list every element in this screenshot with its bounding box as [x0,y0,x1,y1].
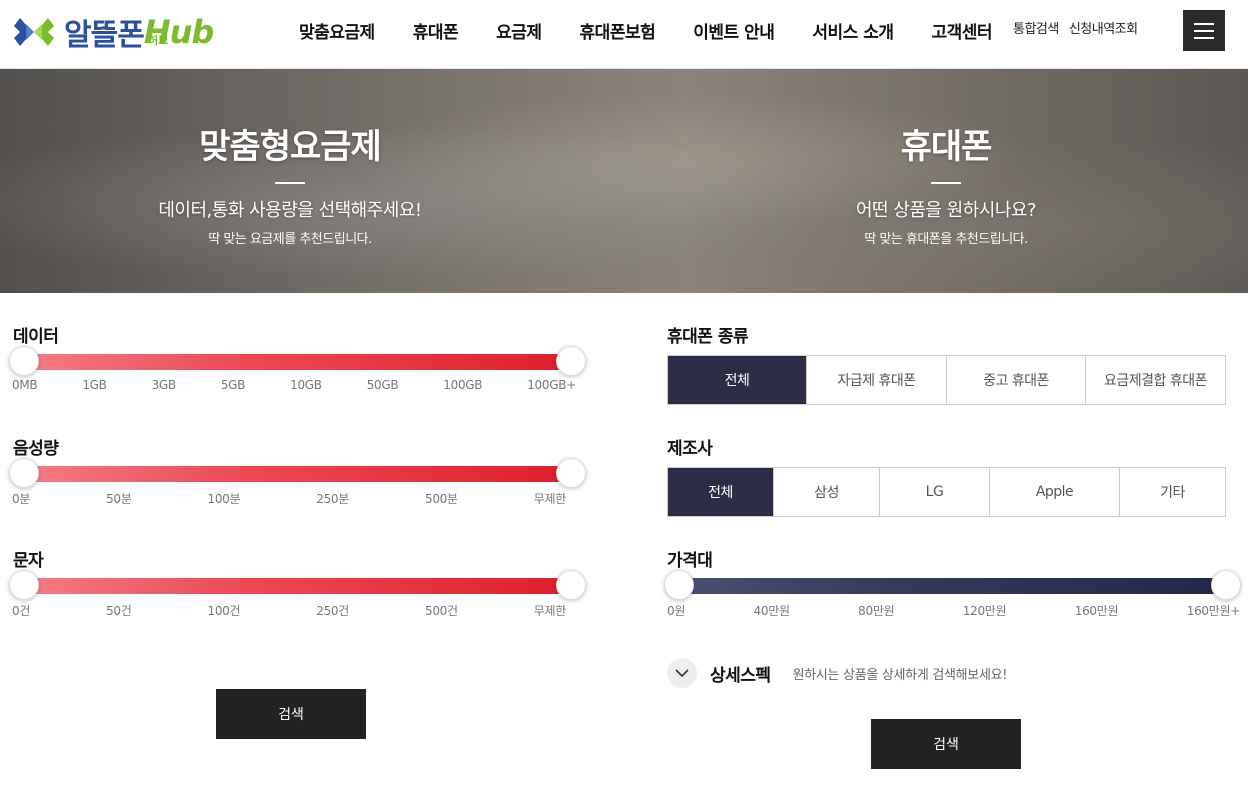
price-slider-ticks: 0원 40만원 80만원 120만원 160만원 160만원+ [667,602,1240,619]
nav-item-phone[interactable]: 휴대폰 [413,18,459,43]
site-header: 알뜰폰 Hub 허브 맞춤요금제 휴대폰 요금제 휴대폰보험 이벤트 안내 서비… [0,0,1248,69]
site-logo[interactable]: 알뜰폰 Hub [12,8,214,56]
maker-option-samsung[interactable]: 삼성 [774,468,880,516]
hamburger-icon-line [1194,29,1214,32]
phone-type-option-all[interactable]: 전체 [668,356,807,404]
hero-caption: 딱 맞는 요금제를 추천드립니다. [208,232,372,247]
sms-slider-ticks: 0건 50건 100건 250건 500건 무제한 [12,602,566,619]
tick-label: 무제한 [533,492,567,506]
voice-slider-min-handle[interactable] [9,458,39,488]
sms-label: 문자 [13,551,44,571]
tick-label: 500건 [425,604,458,618]
main-nav: 맞춤요금제 휴대폰 요금제 휴대폰보험 이벤트 안내 서비스 소개 고객센터 [280,0,1011,60]
tick-label: 40만원 [753,604,790,618]
data-slider-track[interactable] [22,354,574,370]
phone-type-option-unlocked[interactable]: 자급제 휴대폰 [807,356,947,404]
price-slider-min-handle[interactable] [664,570,694,600]
phone-type-label: 휴대폰 종류 [667,327,749,347]
nav-item-event[interactable]: 이벤트 안내 [693,18,775,43]
hero-divider [931,182,961,184]
sms-slider-min-handle[interactable] [9,570,39,600]
tick-label: 100GB+ [527,378,576,392]
phone-search-button[interactable]: 검색 [871,719,1021,769]
detail-spec-toggle: 상세스펙 원하시는 상품을 상세하게 검색해보세요! [667,658,1008,688]
tick-label: 무제한 [533,604,567,618]
maker-selector: 전체 삼성 LG Apple 기타 [667,467,1226,517]
chevron-down-icon [675,668,689,677]
detail-spec-desc: 원하시는 상품을 상세하게 검색해보세요! [792,667,1008,683]
voice-slider-track[interactable] [22,466,574,482]
price-slider-max-handle[interactable] [1211,570,1241,600]
nav-item-service[interactable]: 서비스 소개 [812,18,894,43]
hero-banner: 맞춤형요금제 데이터,통화 사용량을 선택해주세요! 딱 맞는 요금제를 추천드… [0,69,1248,293]
utility-links: 통합검색 신청내역조회 [1013,18,1138,37]
nav-item-custom-plan[interactable]: 맞춤요금제 [299,18,375,43]
tick-label: 100GB [443,378,483,392]
hamburger-menu-button[interactable] [1183,10,1225,51]
hero-divider [275,182,305,184]
tick-label: 250분 [316,492,349,506]
voice-label: 음성량 [13,439,59,459]
price-slider-track[interactable] [678,578,1228,594]
logo-text: 알뜰폰 [64,18,145,53]
hero-subtitle: 데이터,통화 사용량을 선택해주세요! [158,200,422,221]
data-label: 데이터 [13,327,59,347]
data-slider-max-handle[interactable] [556,346,586,376]
voice-slider-max-handle[interactable] [556,458,586,488]
tick-label: 10GB [290,378,322,392]
tick-label: 50GB [366,378,399,392]
tick-label: 0분 [12,492,31,506]
detail-spec-title[interactable]: 상세스펙 [710,661,771,686]
hamburger-icon [1194,22,1214,25]
sms-slider-max-handle[interactable] [556,570,586,600]
phone-type-selector: 전체 자급제 휴대폰 중고 휴대폰 요금제결합 휴대폰 [667,355,1226,405]
application-lookup-link[interactable]: 신청내역조회 [1069,18,1138,37]
voice-slider-ticks: 0분 50분 100분 250분 500분 무제한 [12,490,566,507]
data-slider-ticks: 0MB 1GB 3GB 5GB 10GB 50GB 100GB 100GB+ [12,378,576,392]
tick-label: 120만원 [962,604,1007,618]
sms-slider-track[interactable] [22,578,574,594]
tick-label: 80만원 [858,604,895,618]
tick-label: 0건 [12,604,31,618]
maker-option-lg[interactable]: LG [880,468,990,516]
tick-label: 5GB [220,378,246,392]
tick-label: 100건 [207,604,241,618]
tick-label: 160만원+ [1186,604,1241,618]
logo-icon [14,18,54,46]
hero-title: 맞춤형요금제 [199,127,382,167]
plan-search-button[interactable]: 검색 [216,689,366,739]
phone-type-option-used[interactable]: 중고 휴대폰 [947,356,1086,404]
nav-item-insurance[interactable]: 휴대폰보험 [580,18,656,43]
tick-label: 0원 [667,604,686,618]
hero-subtitle: 어떤 상품을 원하시나요? [855,200,1037,221]
logo-subtext: 허브 [148,34,169,47]
tick-label: 160만원 [1074,604,1119,618]
maker-option-other[interactable]: 기타 [1120,468,1225,516]
nav-item-plan[interactable]: 요금제 [496,18,542,43]
nav-item-support[interactable]: 고객센터 [932,18,993,43]
hamburger-icon-line [1194,36,1214,39]
tick-label: 3GB [151,378,177,392]
tick-label: 500분 [425,492,458,506]
tick-label: 1GB [82,378,107,392]
tick-label: 250건 [316,604,349,618]
hero-phone: 휴대폰 어떤 상품을 원하시나요? 딱 맞는 휴대폰을 추천드립니다. [796,119,1096,247]
phone-type-option-bundle[interactable]: 요금제결합 휴대폰 [1086,356,1225,404]
tick-label: 50건 [106,604,132,618]
hero-caption: 딱 맞는 휴대폰을 추천드립니다. [864,232,1028,247]
maker-label: 제조사 [667,439,713,459]
maker-option-apple[interactable]: Apple [990,468,1120,516]
tick-label: 50분 [106,492,132,506]
integrated-search-link[interactable]: 통합검색 [1013,18,1059,37]
detail-spec-expand-button[interactable] [667,658,697,688]
data-slider-min-handle[interactable] [9,346,39,376]
maker-option-all[interactable]: 전체 [668,468,774,516]
tick-label: 0MB [12,378,38,392]
hero-title: 휴대폰 [900,127,993,167]
hero-custom-plan: 맞춤형요금제 데이터,통화 사용량을 선택해주세요! 딱 맞는 요금제를 추천드… [140,119,440,247]
price-label: 가격대 [667,551,713,571]
tick-label: 100분 [207,492,241,506]
